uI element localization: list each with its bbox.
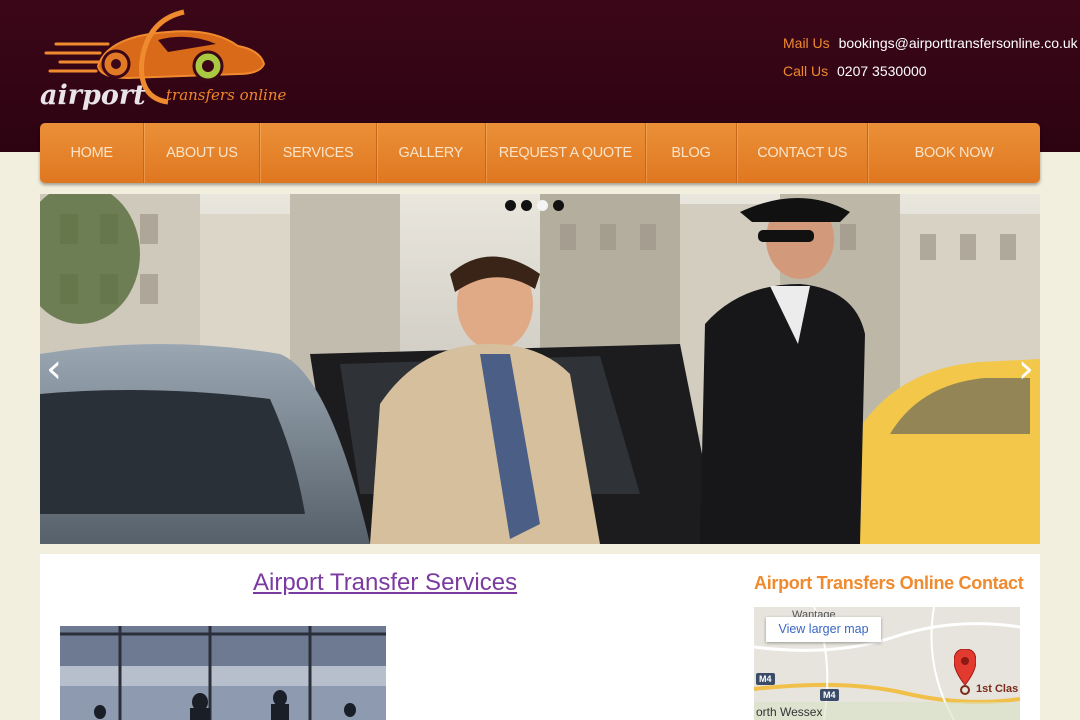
embedded-map[interactable]: Wantage View larger map M4 M4 orth Wesse… — [754, 607, 1020, 720]
slider-dot-active[interactable] — [553, 200, 564, 211]
nav-blog[interactable]: BLOG — [646, 123, 738, 183]
page-title-link[interactable]: Airport Transfer Services — [253, 569, 517, 597]
nav-gallery[interactable]: GALLERY — [377, 123, 486, 183]
chevron-left-icon[interactable]: ‹ — [40, 349, 68, 389]
nav-about-us[interactable]: ABOUT US — [144, 123, 261, 183]
hero-slider[interactable] — [40, 194, 1040, 544]
slider-pagination — [505, 200, 564, 211]
slider-dot[interactable] — [505, 200, 516, 211]
logo-wordmark: airport — [40, 80, 146, 111]
nav-home[interactable]: HOME — [40, 123, 145, 183]
logo-tagline: transfers online — [166, 86, 287, 104]
contact-call: Call Us 0207 3530000 — [783, 63, 927, 79]
map-pin-icon[interactable] — [954, 649, 976, 695]
nav-services[interactable]: SERVICES — [260, 123, 377, 183]
main-nav: HOME ABOUT US SERVICES GALLERY REQUEST A… — [40, 123, 1040, 183]
road-label: M4 — [756, 673, 775, 685]
nav-book-now[interactable]: BOOK NOW — [868, 123, 1040, 183]
phone-link[interactable]: 0207 3530000 — [837, 63, 927, 79]
view-larger-map-button[interactable]: View larger map — [766, 617, 881, 642]
nav-request-a-quote[interactable]: REQUEST A QUOTE — [486, 123, 646, 183]
road-label: M4 — [820, 689, 839, 701]
call-label: Call Us — [783, 63, 829, 79]
map-place-label: orth Wessex — [756, 705, 823, 719]
contact-heading: Airport Transfers Online Contact — [754, 573, 1024, 593]
contact-mail: Mail Us bookings@airporttransfersonline.… — [783, 35, 1078, 51]
airport-photo — [60, 626, 386, 720]
mail-link[interactable]: bookings@airporttransfersonline.co.uk — [839, 35, 1078, 51]
nav-contact-us[interactable]: CONTACT US — [737, 123, 869, 183]
map-marker-label: 1st Clas — [976, 683, 1019, 695]
slider-dot[interactable] — [521, 200, 532, 211]
hero-image — [40, 194, 1040, 544]
slider-dot[interactable] — [537, 200, 548, 211]
site-logo[interactable]: airport transfers online — [38, 6, 298, 116]
chevron-right-icon[interactable]: › — [1012, 349, 1040, 389]
mail-label: Mail Us — [783, 35, 830, 51]
content-area: Airport Transfer Services Airport Transf… — [40, 554, 1040, 720]
